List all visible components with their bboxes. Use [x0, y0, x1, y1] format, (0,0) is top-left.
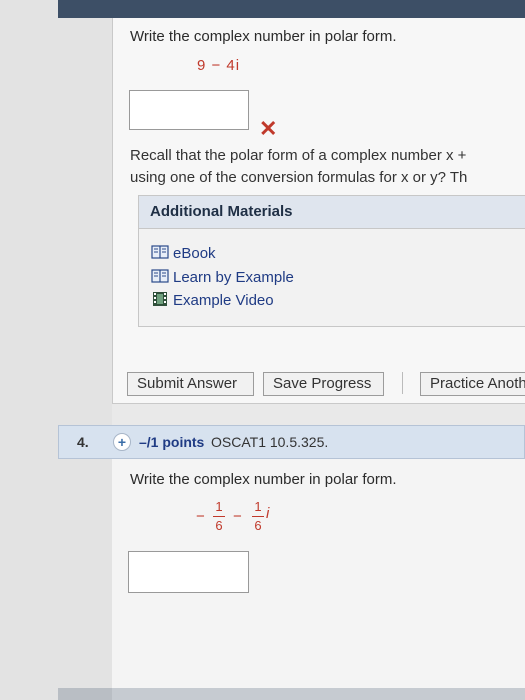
question-4-answer-input[interactable] — [128, 551, 249, 593]
points-link[interactable]: –/1 points — [139, 434, 204, 450]
film-icon — [153, 292, 167, 306]
incorrect-icon: ✕ — [259, 116, 278, 141]
button-divider — [402, 372, 403, 394]
hint-line-2: using one of the conversion formulas for… — [130, 169, 468, 186]
question-number: 4. — [77, 434, 89, 450]
answer-input[interactable] — [129, 90, 249, 130]
ebook-link[interactable]: eBook — [151, 245, 216, 262]
fraction-numerator: 1 — [254, 499, 262, 514]
question-4-header: 4. + –/1 points OSCAT1 10.5.325. — [58, 425, 525, 459]
fraction-denominator: 6 — [215, 518, 223, 533]
complex-expression: 9 − 4i — [197, 57, 241, 74]
hint-line-1: Recall that the polar form of a complex … — [130, 147, 467, 164]
minus-sign-2: − — [233, 508, 242, 525]
imaginary-unit: i — [266, 505, 270, 522]
additional-materials-panel: Additional Materials eBook Learn by Exam… — [138, 195, 525, 327]
save-progress-button[interactable]: Save Progress — [263, 372, 384, 396]
ebook-label: eBook — [173, 245, 216, 262]
submit-answer-button[interactable]: Submit Answer — [127, 372, 254, 396]
fraction-imag: 1 6 — [252, 500, 264, 533]
learn-by-example-link[interactable]: Learn by Example — [151, 269, 294, 286]
fraction-denominator: 6 — [254, 518, 262, 533]
fraction-numerator: 1 — [215, 499, 223, 514]
minus-sign: − — [196, 508, 205, 525]
question-prompt: Write the complex number in polar form. — [130, 28, 397, 45]
expand-icon[interactable]: + — [113, 433, 131, 451]
top-bar — [58, 0, 525, 18]
question-code: OSCAT1 10.5.325. — [211, 434, 329, 450]
question-4-prompt: Write the complex number in polar form. — [130, 471, 397, 488]
example-video-link[interactable]: Example Video — [151, 292, 274, 309]
example-video-label: Example Video — [173, 292, 274, 309]
book-icon — [151, 245, 169, 259]
bottom-bar — [58, 688, 525, 700]
fraction-real: 1 6 — [213, 500, 225, 533]
learn-by-example-label: Learn by Example — [173, 269, 294, 286]
practice-another-button[interactable]: Practice Anoth — [420, 372, 525, 396]
book-icon — [151, 269, 169, 283]
left-margin — [0, 0, 112, 700]
additional-materials-title: Additional Materials — [139, 196, 525, 229]
